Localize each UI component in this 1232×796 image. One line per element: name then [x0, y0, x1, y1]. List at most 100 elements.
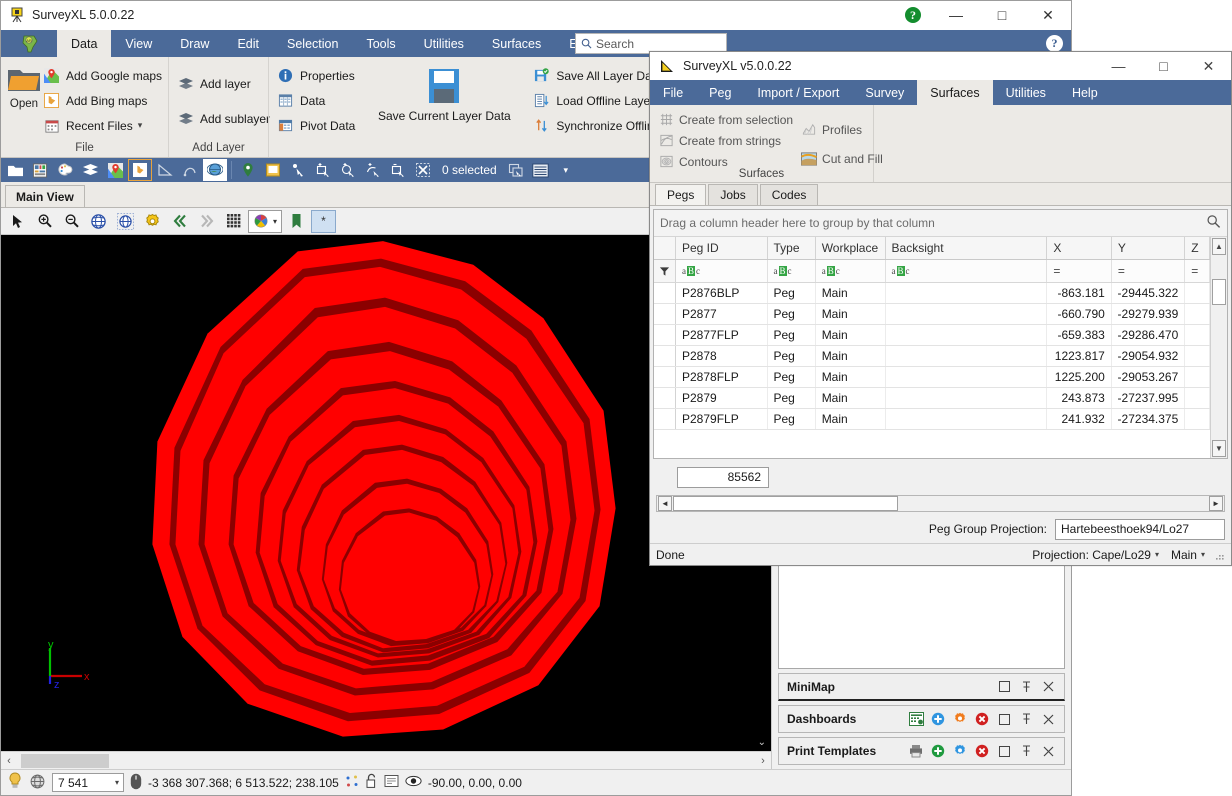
qt-select-lasso-add-button[interactable]: [361, 159, 385, 181]
chevron-down-icon[interactable]: ▾: [1155, 550, 1159, 559]
grid-group-panel[interactable]: Drag a column header here to group by th…: [654, 210, 1227, 237]
unlock-icon[interactable]: [365, 773, 378, 792]
resize-grip-icon[interactable]: [1213, 549, 1225, 561]
globe-wire-icon[interactable]: [29, 773, 46, 793]
table-row[interactable]: P2879FLP Peg Main 241.932 -27234.375: [654, 409, 1210, 430]
zoom-in-button[interactable]: [32, 210, 57, 233]
vscroll-thumb[interactable]: [1212, 279, 1226, 305]
cell-backsight[interactable]: [886, 346, 1048, 366]
titlebar-close-button[interactable]: ✕: [1025, 1, 1071, 30]
panel-dashboards[interactable]: Dashboards: [778, 705, 1065, 733]
properties-button[interactable]: Properties: [275, 63, 361, 88]
filter-peg-id[interactable]: aBc: [676, 260, 768, 282]
qt-select-circle-add-button[interactable]: [336, 159, 360, 181]
table-row[interactable]: P2879 Peg Main 243.873 -27237.995: [654, 388, 1210, 409]
cell-z[interactable]: [1185, 367, 1210, 387]
viewport-collapse-icon[interactable]: ⌄: [758, 737, 766, 748]
dialog-menu-surfaces[interactable]: Surfaces: [917, 80, 992, 105]
column-header-workplace[interactable]: Workplace: [816, 237, 886, 259]
eye-icon[interactable]: [405, 775, 422, 790]
cell-type[interactable]: Peg: [768, 283, 816, 303]
add-bing-maps-button[interactable]: Add Bing maps: [41, 88, 168, 113]
cell-type[interactable]: Peg: [768, 367, 816, 387]
hscroll-right-arrow[interactable]: ►: [1209, 496, 1223, 511]
ribbon-tab-tools[interactable]: Tools: [352, 30, 409, 57]
status-projection-selector[interactable]: Projection: Cape/Lo29 ▾: [1032, 548, 1159, 562]
dialog-menu-survey[interactable]: Survey: [852, 80, 917, 105]
grid-toggle-button[interactable]: [221, 210, 246, 233]
ribbon-tab-view[interactable]: View: [111, 30, 166, 57]
cell-z[interactable]: [1185, 283, 1210, 303]
column-header-x[interactable]: X: [1047, 237, 1111, 259]
restore-icon[interactable]: [994, 741, 1014, 761]
summary-count-box[interactable]: 85562: [677, 467, 769, 488]
add-green-icon[interactable]: [928, 741, 948, 761]
table-row[interactable]: P2878FLP Peg Main 1225.200 -29053.267: [654, 367, 1210, 388]
cell-x[interactable]: 1223.817: [1047, 346, 1111, 366]
qt-selection-list-button[interactable]: [529, 159, 553, 181]
viewport-settings-button[interactable]: [140, 210, 165, 233]
titlebar-help-button[interactable]: ?: [893, 1, 933, 30]
favorite-button[interactable]: *: [311, 210, 336, 233]
delete-red-icon[interactable]: [972, 709, 992, 729]
ribbon-help-button[interactable]: ?: [1046, 35, 1063, 52]
ribbon-tab-surfaces[interactable]: Surfaces: [478, 30, 555, 57]
table-row[interactable]: P2877 Peg Main -660.790 -29279.939: [654, 304, 1210, 325]
save-current-layer-data-button[interactable]: Save Current Layer Data: [361, 63, 527, 123]
qt-select-rect-remove-button[interactable]: [386, 159, 410, 181]
hscroll-left-arrow[interactable]: ◄: [658, 496, 672, 511]
column-header-backsight[interactable]: Backsight: [886, 237, 1048, 259]
create-from-strings-button[interactable]: Create from strings: [656, 130, 799, 151]
close-icon[interactable]: [1038, 741, 1058, 761]
table-row[interactable]: P2876BLP Peg Main -863.181 -29445.322: [654, 283, 1210, 304]
zoom-out-button[interactable]: [59, 210, 84, 233]
note-icon[interactable]: [384, 774, 399, 792]
cell-y[interactable]: -29279.939: [1112, 304, 1185, 324]
cell-y[interactable]: -27237.995: [1112, 388, 1185, 408]
pegs-grid[interactable]: Drag a column header here to group by th…: [653, 209, 1228, 459]
cell-backsight[interactable]: [886, 409, 1048, 429]
dialog-maximize-button[interactable]: □: [1141, 52, 1186, 80]
scrollbar-thumb[interactable]: [21, 754, 109, 768]
qt-select-point-button[interactable]: [286, 159, 310, 181]
qt-selection-window-button[interactable]: [504, 159, 528, 181]
settings-blue-icon[interactable]: [950, 741, 970, 761]
dialog-close-button[interactable]: ✕: [1186, 52, 1231, 80]
cell-z[interactable]: [1185, 409, 1210, 429]
dashboard-grid-icon[interactable]: [906, 709, 926, 729]
cell-peg-id[interactable]: P2879FLP: [676, 409, 768, 429]
cell-type[interactable]: Peg: [768, 325, 816, 345]
cell-peg-id[interactable]: P2877: [676, 304, 768, 324]
dialog-minimize-button[interactable]: —: [1096, 52, 1141, 80]
pin-icon[interactable]: [1016, 709, 1036, 729]
pin-icon[interactable]: [1016, 677, 1036, 697]
qt-layer-table-button[interactable]: [28, 159, 52, 181]
table-row[interactable]: P2878 Peg Main 1223.817 -29054.932: [654, 346, 1210, 367]
fast-forward-button[interactable]: [194, 210, 219, 233]
cell-x[interactable]: 241.932: [1047, 409, 1111, 429]
search-icon[interactable]: [1206, 214, 1221, 232]
cut-and-fill-button[interactable]: Cut and Fill: [799, 148, 889, 169]
titlebar-maximize-button[interactable]: □: [979, 1, 1025, 30]
scroll-down-arrow[interactable]: ▼: [1212, 440, 1226, 457]
data-button[interactable]: Data: [275, 88, 361, 113]
cell-workplace[interactable]: Main: [816, 304, 886, 324]
pivot-data-button[interactable]: Pivot Data: [275, 113, 361, 138]
qt-measure-curve-button[interactable]: [178, 159, 202, 181]
column-header-peg-id[interactable]: Peg ID: [676, 237, 768, 259]
cell-backsight[interactable]: [886, 283, 1048, 303]
qt-globe-button[interactable]: [203, 159, 227, 181]
dialog-menu-peg[interactable]: Peg: [696, 80, 744, 105]
pointer-tool-button[interactable]: [5, 210, 30, 233]
table-row[interactable]: P2877FLP Peg Main -659.383 -29286.470: [654, 325, 1210, 346]
cell-type[interactable]: Peg: [768, 388, 816, 408]
chevron-down-icon[interactable]: ▾: [115, 778, 119, 787]
scale-combo[interactable]: 7 541 ▾: [52, 773, 124, 792]
filter-backsight[interactable]: aBc: [886, 260, 1048, 282]
qt-map-pin-button[interactable]: [236, 159, 260, 181]
column-header-y[interactable]: Y: [1112, 237, 1185, 259]
cell-y[interactable]: -29286.470: [1112, 325, 1185, 345]
settings-orange-icon[interactable]: [950, 709, 970, 729]
qt-palette-button[interactable]: [53, 159, 77, 181]
cell-backsight[interactable]: [886, 304, 1048, 324]
